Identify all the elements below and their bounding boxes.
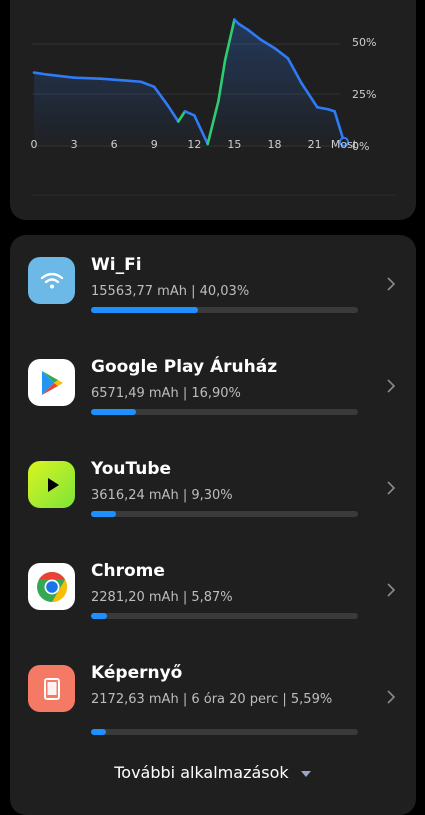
- chrome-icon: [28, 563, 75, 610]
- list-item-screen[interactable]: Képernyő 2172,63 mAh | 6 óra 20 perc | 5…: [10, 643, 416, 735]
- battery-usage-chart: [32, 18, 395, 196]
- app-name: Képernyő: [91, 663, 183, 683]
- list-item-chrome[interactable]: Chrome 2281,20 mAh | 5,87%: [10, 541, 416, 633]
- chart-line-segment: [72, 76, 103, 80]
- x-tick-label: 12: [187, 138, 202, 151]
- y-label-25: 25%: [352, 88, 377, 101]
- app-stats: 2281,20 mAh | 5,87%: [91, 590, 233, 605]
- chart-line-segment: [126, 79, 143, 84]
- screen-icon: [28, 665, 75, 712]
- google-play-icon: [28, 359, 75, 406]
- more-apps-label: További alkalmazások: [114, 763, 289, 782]
- caret-down-icon: [300, 770, 311, 777]
- list-item-youtube[interactable]: YouTube 3616,24 mAh | 9,30%: [10, 439, 416, 531]
- x-tick-label: 9: [150, 138, 158, 151]
- app-name: Google Play Áruház: [91, 357, 278, 377]
- chevron-right-icon: [387, 481, 396, 495]
- app-name: YouTube: [91, 459, 172, 479]
- app-stats: 15563,77 mAh | 40,03%: [91, 284, 250, 299]
- wifi-icon: [28, 257, 75, 304]
- app-stats: 3616,24 mAh | 9,30%: [91, 488, 233, 503]
- usage-bar-fill: [91, 613, 107, 619]
- battery-chart-card: 50% 25% 0% 0 3 6 9 12 15 18 21 Most: [10, 0, 416, 220]
- chart-area: [34, 19, 344, 146]
- usage-bar: [91, 511, 358, 517]
- x-tick-label: Most: [330, 138, 358, 151]
- list-item-wifi[interactable]: Wi_Fi 15563,77 mAh | 40,03%: [10, 235, 416, 327]
- list-item-google-play[interactable]: Google Play Áruház 6571,49 mAh | 16,90%: [10, 337, 416, 429]
- usage-bar-fill: [91, 511, 116, 517]
- x-tick-label: 21: [307, 138, 322, 151]
- youtube-icon: [28, 461, 75, 508]
- chevron-right-icon: [387, 379, 396, 393]
- chevron-right-icon: [387, 583, 396, 597]
- usage-bar: [91, 729, 358, 735]
- x-tick-label: 3: [70, 138, 78, 151]
- x-tick-label: 6: [110, 138, 118, 151]
- usage-bar: [91, 307, 358, 313]
- app-usage-list: Wi_Fi 15563,77 mAh | 40,03% Google Play …: [10, 235, 416, 815]
- x-tick-label: 0: [30, 138, 38, 151]
- usage-bar: [91, 613, 358, 619]
- x-tick-label: 18: [267, 138, 282, 151]
- usage-bar-fill: [91, 307, 198, 313]
- more-apps-button[interactable]: További alkalmazások: [10, 763, 416, 782]
- app-stats: 6571,49 mAh | 16,90%: [91, 386, 241, 401]
- usage-bar-fill: [91, 729, 106, 735]
- x-tick-label: 15: [227, 138, 242, 151]
- chevron-right-icon: [387, 277, 396, 291]
- usage-bar-fill: [91, 409, 137, 415]
- y-label-50: 50%: [352, 36, 377, 49]
- app-stats: 2172,63 mAh | 6 óra 20 perc | 5,59%: [91, 692, 333, 707]
- app-name: Chrome: [91, 561, 165, 581]
- app-name: Wi_Fi: [91, 255, 142, 275]
- chevron-right-icon: [387, 690, 396, 704]
- usage-bar: [91, 409, 358, 415]
